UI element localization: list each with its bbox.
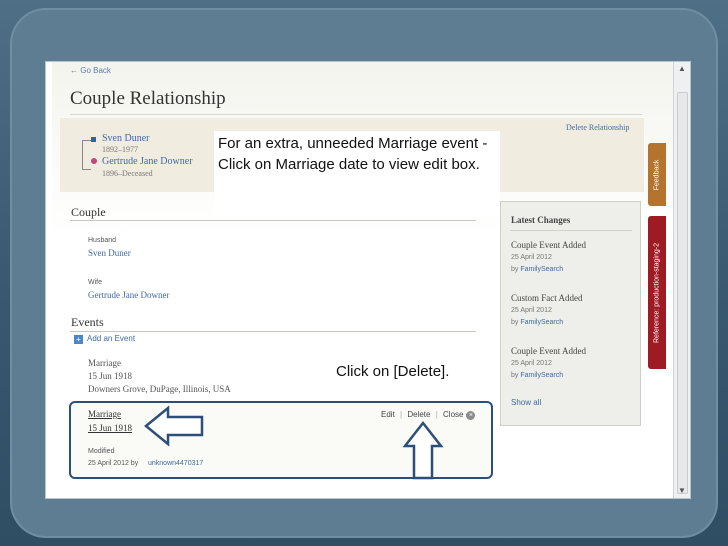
- couple-section-heading: Couple: [71, 205, 106, 219]
- change-by-label: by: [511, 266, 519, 273]
- change-by: by FamilySearch: [511, 266, 563, 273]
- change-date: 25 April 2012: [511, 254, 552, 261]
- events-section-heading: Events: [71, 315, 104, 329]
- reference-tab-label: Reference: production-staging-2: [653, 242, 661, 343]
- latest-changes-divider: [510, 230, 632, 231]
- plus-icon: +: [74, 335, 83, 344]
- vertical-scrollbar[interactable]: ▲ ▼: [673, 62, 690, 498]
- husband-name-link[interactable]: Sven Duner: [102, 133, 150, 144]
- add-event-link[interactable]: + Add an Event: [74, 334, 135, 344]
- change-by-label: by: [511, 372, 519, 379]
- instruction-text-top: For an extra, unneeded Marriage event - …: [218, 135, 488, 173]
- wife-label: Wife: [88, 279, 102, 286]
- instruction-callout-delete: Click on [Delete].: [330, 363, 474, 385]
- couple-section-divider: [70, 220, 476, 221]
- relationship-bracket: [82, 140, 91, 170]
- husband-label: Husband: [88, 237, 117, 244]
- close-link[interactable]: Close: [443, 410, 463, 419]
- modified-date: 25 April 2012 by: [88, 460, 139, 467]
- feedback-tab[interactable]: Feedback: [648, 143, 666, 206]
- title-divider: [70, 114, 642, 115]
- change-by: by FamilySearch: [511, 372, 563, 379]
- event-date: 15 Jun 1918: [88, 371, 133, 381]
- change-title: Custom Fact Added: [511, 293, 583, 303]
- page-title: Couple Relationship: [70, 88, 226, 109]
- feedback-tab-label: Feedback: [653, 159, 661, 190]
- event-actions: Edit | Delete | Close ×: [381, 410, 476, 420]
- wife-dates: 1896–Deceased: [102, 169, 153, 178]
- change-by-link[interactable]: FamilySearch: [520, 372, 563, 379]
- editing-event-type-link[interactable]: Marriage: [88, 409, 121, 419]
- show-all-link[interactable]: Show all: [511, 398, 541, 407]
- edit-link[interactable]: Edit: [381, 410, 395, 419]
- delete-relationship-link[interactable]: Delete Relationship: [566, 123, 629, 132]
- change-date: 25 April 2012: [511, 307, 552, 314]
- male-icon: [91, 137, 96, 142]
- add-event-label: Add an Event: [87, 334, 136, 343]
- latest-changes-title: Latest Changes: [511, 215, 571, 225]
- wife-name-link[interactable]: Gertrude Jane Downer: [102, 156, 193, 167]
- scroll-up-arrow-icon[interactable]: ▲: [674, 62, 690, 76]
- female-icon: [91, 158, 97, 164]
- editing-event-date-link[interactable]: 15 Jun 1918: [88, 423, 132, 433]
- modified-by-link[interactable]: unknown4470317: [148, 460, 203, 467]
- go-back-link[interactable]: ← Go Back: [70, 66, 111, 75]
- instruction-callout-top: For an extra, unneeded Marriage event - …: [214, 131, 500, 217]
- change-by-link[interactable]: FamilySearch: [520, 266, 563, 273]
- husband-link[interactable]: Sven Duner: [88, 248, 131, 258]
- events-section-divider: [70, 331, 476, 332]
- close-icon[interactable]: ×: [466, 411, 476, 420]
- change-title: Couple Event Added: [511, 346, 586, 356]
- scroll-thumb[interactable]: [677, 92, 688, 494]
- wife-link[interactable]: Gertrude Jane Downer: [88, 290, 169, 300]
- reference-tab[interactable]: Reference: production-staging-2: [648, 216, 666, 369]
- change-title: Couple Event Added: [511, 240, 586, 250]
- change-by: by FamilySearch: [511, 319, 563, 326]
- change-by-label: by: [511, 319, 519, 326]
- instruction-text-delete: Click on [Delete].: [336, 363, 450, 380]
- husband-dates: 1892–1977: [102, 145, 138, 154]
- action-separator: |: [400, 410, 403, 419]
- modified-label: Modified: [88, 448, 115, 455]
- delete-link[interactable]: Delete: [407, 410, 430, 419]
- event-place: Downers Grove, DuPage, Illinois, USA: [88, 384, 231, 394]
- scroll-down-arrow-icon[interactable]: ▼: [674, 484, 690, 498]
- action-separator: |: [435, 410, 438, 419]
- change-date: 25 April 2012: [511, 360, 552, 367]
- change-by-link[interactable]: FamilySearch: [520, 319, 563, 326]
- event-type: Marriage: [88, 358, 121, 368]
